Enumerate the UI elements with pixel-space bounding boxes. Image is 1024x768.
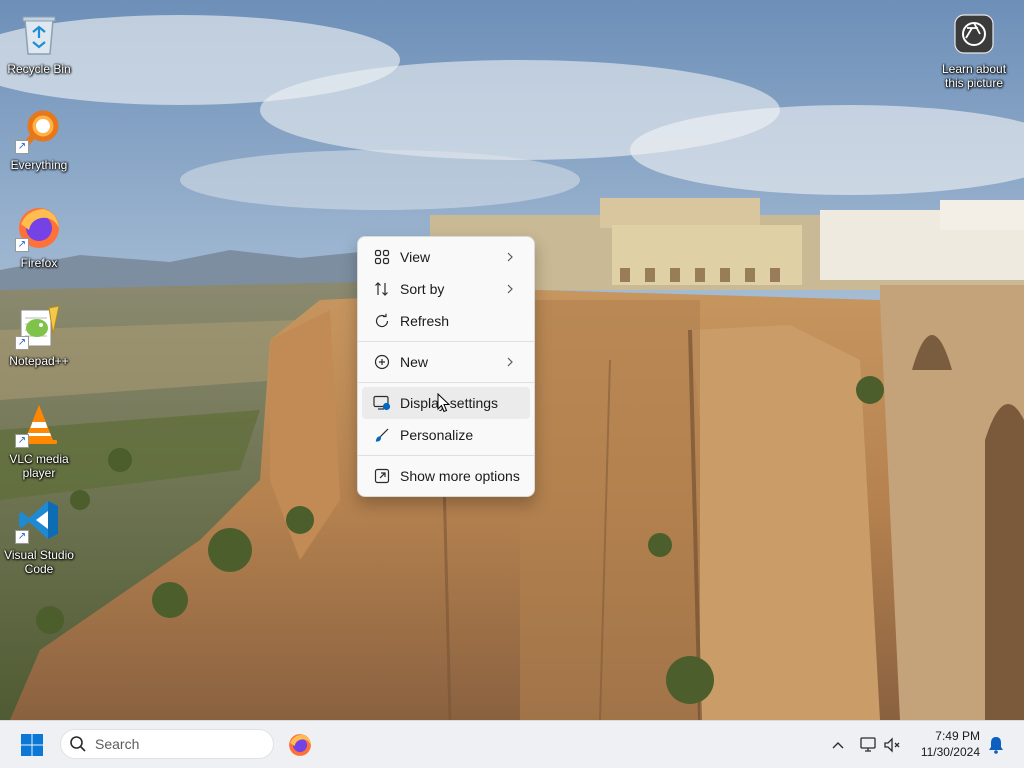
desktop-icon-label: Everything [10,158,68,172]
start-button[interactable] [14,729,50,761]
clock-time: 7:49 PM [935,729,980,743]
firefox-icon [289,734,311,756]
menu-item-label: Show more options [400,468,520,484]
network-sound-tray-button[interactable] [856,733,904,757]
menu-item-label: Personalize [400,427,474,443]
brush-icon [372,425,392,445]
firefox-icon: ↗ [15,204,63,252]
desktop-icon-everything[interactable]: ↗ Everything [0,106,78,172]
vlc-icon: ↗ [15,400,63,448]
plus-circle-icon [372,352,392,372]
expand-icon [372,466,392,486]
recycle-bin-icon [15,10,63,58]
menu-item-label: View [400,249,431,265]
shortcut-arrow-icon: ↗ [15,336,29,350]
desktop-icon-label: Firefox [20,256,58,270]
shortcut-arrow-icon: ↗ [15,530,29,544]
menu-item-display-settings[interactable]: Display settings [362,387,530,419]
menu-separator [358,382,534,383]
chevron-up-icon [832,742,844,749]
search-placeholder: Search [95,736,140,752]
shortcut-arrow-icon: ↗ [15,238,29,252]
taskbar: Search 7:49 PM 11/30/2024 [0,720,1024,768]
desktop[interactable]: Recycle Bin ↗ Everything ↗ Firefox ↗ Not… [0,0,1024,720]
menu-separator [358,455,534,456]
shortcut-arrow-icon: ↗ [15,434,29,448]
shortcut-arrow-icon: ↗ [15,140,29,154]
clock-date: 11/30/2024 [920,745,980,759]
taskbar-clock[interactable]: 7:49 PM 11/30/2024 [908,728,980,760]
menu-item-label: Refresh [400,313,450,329]
notepadpp-icon: ↗ [15,302,63,350]
menu-item-sort-by[interactable]: Sort by [362,273,530,305]
everything-search-icon: ↗ [15,106,63,154]
desktop-icon-label: Visual Studio Code [4,548,74,576]
grid-icon [372,247,392,267]
desktop-icon-vlc[interactable]: ↗ VLC media player [0,400,78,480]
menu-item-personalize[interactable]: Personalize [362,419,530,451]
desktop-icon-vscode[interactable]: ↗ Visual Studio Code [0,496,78,576]
desktop-icon-firefox[interactable]: ↗ Firefox [0,204,78,270]
volume-muted-icon [884,737,900,753]
display-settings-icon [372,393,392,413]
sort-icon [372,279,392,299]
network-icon [860,737,876,752]
chevron-right-icon [507,357,513,367]
learn-about-label: Learn about this picture [941,62,1007,90]
refresh-icon [372,311,392,331]
desktop-icon-recycle-bin[interactable]: Recycle Bin [0,10,78,76]
chevron-right-icon [507,252,513,262]
menu-item-view[interactable]: View [362,241,530,273]
search-icon [70,736,86,752]
menu-item-label: New [400,354,429,370]
menu-item-label: Sort by [400,281,445,297]
vscode-icon: ↗ [15,496,63,544]
learn-about-this-picture[interactable]: Learn about this picture [935,10,1013,90]
taskbar-app-firefox[interactable] [282,729,318,761]
bell-icon [989,737,1003,754]
desktop-context-menu: View Sort by Refresh New Display setting… [357,236,535,497]
menu-item-refresh[interactable]: Refresh [362,305,530,337]
windows-logo-icon [21,734,43,756]
menu-item-show-more-options[interactable]: Show more options [362,460,530,492]
taskbar-search-box[interactable]: Search [60,729,274,759]
menu-separator [358,341,534,342]
menu-item-new[interactable]: New [362,346,530,378]
menu-item-label: Display settings [400,395,499,411]
desktop-icon-label: Recycle Bin [7,62,71,76]
camera-info-icon [950,10,998,58]
show-hidden-icons-button[interactable] [828,733,848,757]
desktop-icon-label: VLC media player [9,452,69,480]
desktop-icon-notepadpp[interactable]: ↗ Notepad++ [0,302,78,368]
notifications-button[interactable] [986,733,1006,757]
chevron-right-icon [507,284,513,294]
desktop-icon-label: Notepad++ [9,354,69,368]
